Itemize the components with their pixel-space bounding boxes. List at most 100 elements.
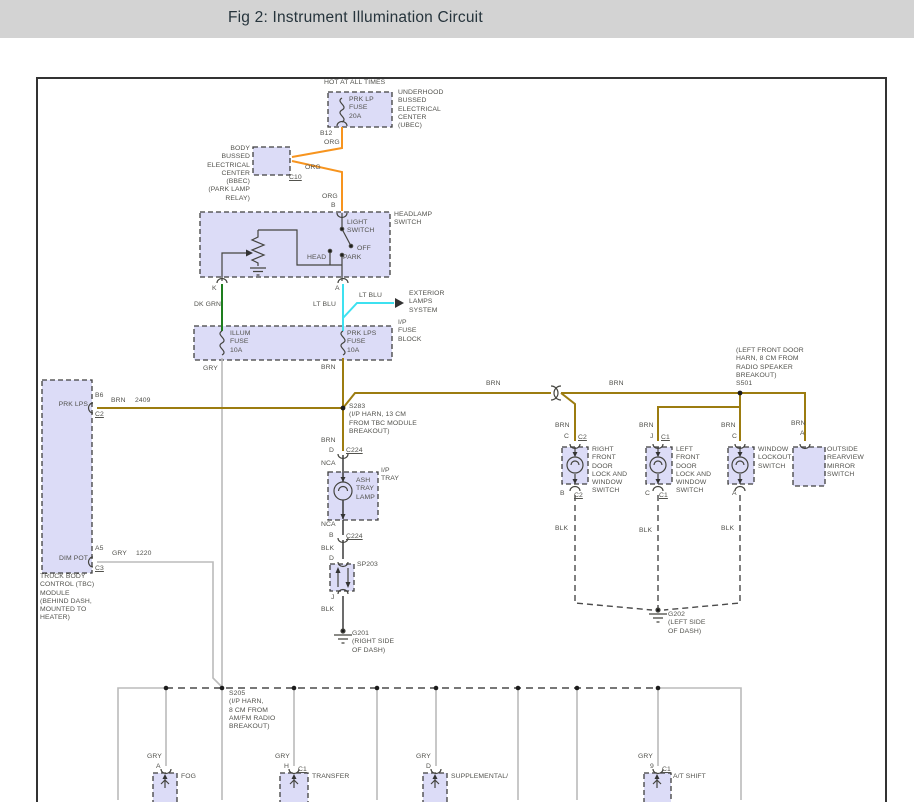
terminal-b12-label: B12 — [320, 130, 333, 137]
terminal-c-label: C — [732, 433, 738, 440]
connector-c1-link[interactable]: C1 — [659, 492, 668, 500]
splice-dot — [655, 685, 661, 691]
g201-bars — [334, 634, 352, 644]
window-lockout-name-label: WINDOW LOCKOUT SWITCH — [758, 446, 792, 470]
wire-nca-label: NCA — [321, 521, 336, 528]
exterior-lamps-arrow-icon — [395, 298, 404, 308]
terminal-d-label: D — [426, 763, 432, 770]
wire-brn-label: BRN — [321, 437, 336, 444]
wire-brn-label: BRN — [486, 380, 501, 387]
wire-brn-label: BRN — [609, 380, 624, 387]
ip-tray-name-label: I/P TRAY — [381, 467, 400, 483]
s283-splice-dot — [340, 405, 346, 411]
splice-dot — [515, 685, 521, 691]
light-switch-label: LIGHT SWITCH — [347, 219, 375, 235]
wire-ltblu-label: LT BLU — [313, 301, 337, 308]
terminal-lf-bot — [652, 485, 664, 492]
ip-fuse-block-name-label: I/P FUSE BLOCK — [398, 319, 422, 343]
wire-org-label: ORG — [324, 139, 340, 146]
wire-org-label: ORG — [305, 164, 321, 171]
g202-bars — [649, 613, 667, 623]
terminal-a-label: A — [732, 490, 737, 497]
wire-gry-label: GRY — [275, 753, 290, 760]
tbc-name-label: TRUCK BODY CONTROL (TBC) MODULE (BEHIND … — [40, 573, 95, 622]
g202-ground-label: G202 (LEFT SIDE OF DASH) — [668, 611, 706, 635]
circuit-1220-label: 1220 — [136, 550, 152, 557]
wire-brn-label: BRN — [721, 422, 736, 429]
g201-dot — [340, 628, 346, 634]
ubec-fuse-label: PRK LP FUSE 20A — [349, 96, 374, 120]
terminal-a-label: A — [800, 430, 805, 437]
wire-gry-label: GRY — [147, 753, 162, 760]
terminal-c-label: C — [564, 433, 570, 440]
at-shift-name-label: A/T SHIFT — [673, 773, 706, 780]
bbec-name-label: BODY BUSSED ELECTRICAL CENTER (BBEC) (PA… — [207, 145, 250, 202]
wire-blk-lockout-gnd — [663, 495, 741, 611]
wire-brn-horiz-right — [561, 392, 806, 441]
wire-blk-label: BLK — [721, 525, 735, 532]
wire-ltblu-branch — [342, 302, 394, 319]
connector-c3-link[interactable]: C3 — [95, 565, 104, 573]
wire-gry-label: GRY — [112, 550, 127, 557]
wire-blk-label: BLK — [321, 606, 335, 613]
connector-c2-link[interactable]: C2 — [95, 411, 104, 419]
terminal-a-label: A — [335, 285, 340, 292]
sp203-box — [329, 563, 355, 592]
s205-splice-dot — [219, 685, 225, 691]
sp203-splice-label: SP203 — [357, 561, 378, 568]
terminal-j-label: J — [331, 594, 335, 601]
wire-blk-right-front-gnd — [574, 495, 653, 611]
mirror-switch-box — [792, 446, 826, 487]
exterior-lamps-label: EXTERIOR LAMPS SYSTEM — [409, 290, 445, 314]
wire-brn-label: BRN — [321, 364, 336, 371]
terminal-d-label: D — [329, 447, 335, 454]
wire-gry-dimpot — [97, 561, 223, 688]
terminal-b-label: B — [331, 202, 336, 209]
terminal-c-label: C — [645, 490, 651, 497]
terminal-a5-label: A5 — [95, 545, 104, 552]
connector-c10-link[interactable]: C10 — [289, 174, 302, 182]
connector-c224-link[interactable]: C224 — [346, 533, 363, 541]
left-front-switch-name-label: LEFT FRONT DOOR LOCK AND WINDOW SWITCH — [676, 446, 712, 495]
headlamp-switch-name-label: HEADLAMP SWITCH — [394, 211, 433, 227]
bbec-box — [252, 146, 291, 176]
s283-splice-label: S283 (I/P HARN, 13 CM FROM TBC MODULE BR… — [349, 403, 417, 435]
prk-lps-fuse-label: PRK LPS FUSE 10A — [347, 330, 377, 354]
connector-c2-link[interactable]: C2 — [578, 434, 587, 442]
tbc-prk-lps-pin-label: PRK LPS — [58, 401, 88, 408]
splice-dot — [433, 685, 439, 691]
g202-dot — [655, 607, 661, 613]
contact-dot-off — [348, 243, 354, 249]
splice-dot — [374, 685, 380, 691]
bottom-lamp-icons — [160, 774, 662, 788]
terminal-a-label: A — [156, 763, 161, 770]
connector-c1-link[interactable]: C1 — [661, 434, 670, 442]
connector-c1-link[interactable]: C1 — [662, 766, 671, 774]
wire-gry-label: GRY — [203, 365, 218, 372]
terminal-b-label: B — [560, 490, 565, 497]
connector-c2-link[interactable]: C2 — [574, 492, 583, 500]
ubec-name-label: UNDERHOOD BUSSED ELECTRICAL CENTER (UBEC… — [398, 89, 444, 130]
off-position-label: OFF — [357, 245, 371, 252]
s501-splice-dot — [737, 390, 743, 396]
terminal-b6-label: B6 — [95, 392, 104, 399]
contact-dot-head — [327, 248, 333, 254]
wire-nca-label: NCA — [321, 460, 336, 467]
connector-c224-link[interactable]: C224 — [346, 447, 363, 455]
tbc-dim-pot-pin-label: DIM POT — [58, 555, 88, 562]
terminal-d-label: D — [329, 555, 335, 562]
wire-ltblu-label: LT BLU — [359, 292, 383, 299]
terminal-a — [337, 277, 349, 284]
wire-gry-label: GRY — [638, 753, 653, 760]
splice-dot — [163, 685, 169, 691]
splice-dot — [291, 685, 297, 691]
terminal-rf-bot — [569, 485, 581, 492]
terminal-h-label: H — [284, 763, 290, 770]
hot-at-all-times-label: HOT AT ALL TIMES — [324, 79, 386, 86]
connector-c1-link[interactable]: C1 — [298, 766, 307, 774]
supplemental-name-label: SUPPLEMENTAL/ — [451, 773, 509, 780]
terminal-k-label: K — [212, 285, 217, 292]
wire-gry-label: GRY — [416, 753, 431, 760]
wire-org-label: ORG — [322, 193, 338, 200]
terminal-j-label: J — [650, 433, 654, 440]
